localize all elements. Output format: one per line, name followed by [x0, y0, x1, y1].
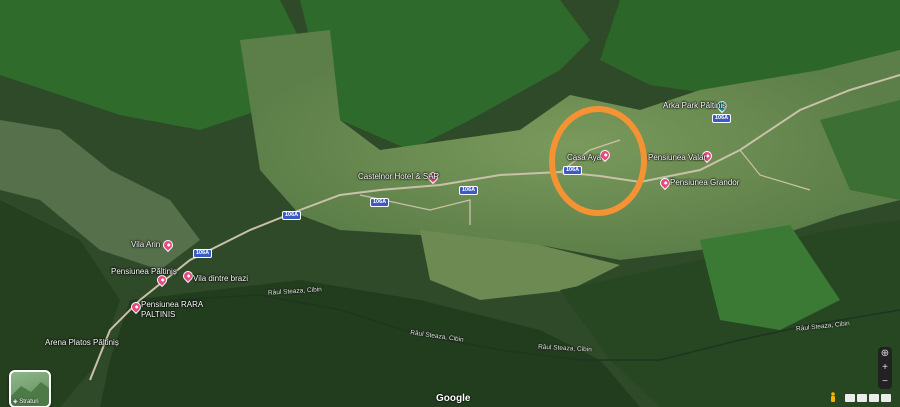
pegman-icon[interactable] — [829, 392, 837, 402]
layers-label: ◈ Straturi — [13, 398, 39, 405]
label-pensiunea-rara-2[interactable]: PALTINIS — [141, 310, 175, 319]
label-pensiunea-grandor[interactable]: Pensiunea Grandor — [670, 178, 739, 187]
map-type-icon[interactable] — [845, 394, 855, 402]
label-vila-brazi[interactable]: Vila dintre brazi — [193, 274, 248, 283]
label-pensiunea-paltinis[interactable]: Pensiunea Păltiniș — [111, 267, 177, 276]
label-vila-arin[interactable]: Vila Arin — [131, 240, 160, 249]
layers-text: Straturi — [19, 399, 39, 405]
highlight-circle — [549, 106, 647, 216]
layers-button[interactable]: ◈ Straturi — [9, 370, 51, 407]
screen-icon[interactable] — [869, 394, 879, 402]
label-pensiunea-valar[interactable]: Pensiunea Valar — [648, 153, 706, 162]
road-shield: 106A — [370, 198, 390, 207]
label-arka-park[interactable]: Arka Park Păltiniș — [663, 101, 726, 110]
road-shield: 106A — [459, 186, 479, 195]
map-canvas[interactable]: Arka Park Păltiniș Casa Aya Pensiunea Va… — [0, 0, 900, 407]
footer-toolbar — [845, 394, 891, 402]
fullscreen-icon[interactable] — [857, 394, 867, 402]
google-logo: Google — [436, 393, 471, 404]
layers-stack-icon: ◈ — [13, 399, 18, 405]
road-shield: 106A — [193, 249, 213, 258]
label-arena[interactable]: Arena Platos Păltiniș — [45, 338, 119, 347]
settings-icon[interactable] — [881, 394, 891, 402]
zoom-in-button[interactable]: + — [878, 361, 892, 375]
compass-icon[interactable]: ⊕ — [878, 347, 892, 361]
zoom-controls: ⊕ + − — [878, 347, 892, 389]
satellite-imagery — [0, 0, 900, 407]
label-pensiunea-rara-1[interactable]: Pensiunea RARA — [141, 300, 203, 309]
zoom-out-button[interactable]: − — [878, 375, 892, 389]
road-shield: 106A — [712, 114, 732, 123]
road-shield: 106A — [282, 211, 302, 220]
label-castelnor[interactable]: Castelnor Hotel & SAP — [358, 172, 439, 181]
